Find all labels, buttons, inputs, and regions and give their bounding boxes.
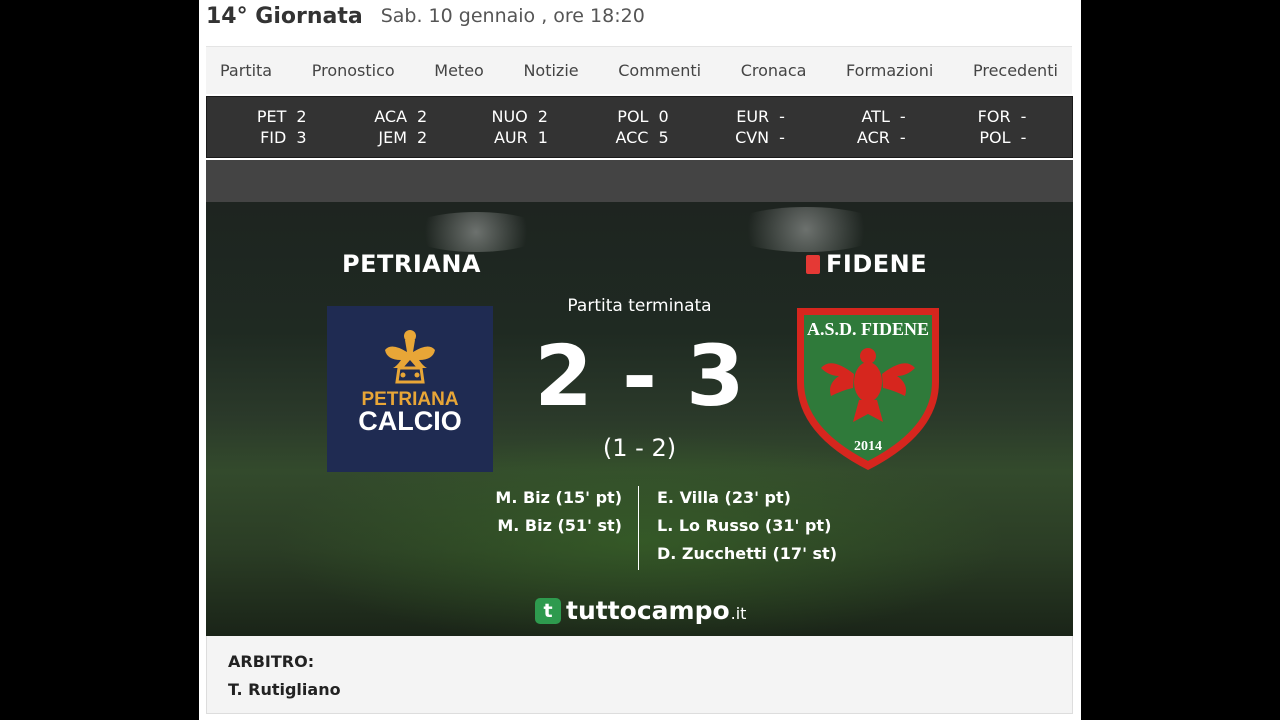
match-tabs: Partita Pronostico Meteo Notizie Comment… — [206, 46, 1072, 94]
home-team-name[interactable]: PETRIANA — [342, 250, 481, 278]
tab-commenti[interactable]: Commenti — [618, 61, 701, 80]
match-date: Sab. 10 gennaio , ore 18:20 — [380, 5, 645, 27]
round-scores-bar: PET 2 FID 3 ACA 2 JEM 2 NUO 2 AUR 1 POL 0 ACC 5 … — [206, 96, 1073, 158]
tab-notizie[interactable]: Notizie — [523, 61, 578, 80]
tab-partita[interactable]: Partita — [220, 61, 272, 80]
mini-away-team: JEM — [378, 127, 408, 147]
round-header: 14° Giornata Sab. 10 gennaio , ore 18:20 — [206, 0, 645, 32]
stadium-light — [406, 212, 546, 252]
mini-match[interactable]: FOR - POL - — [969, 107, 1035, 148]
mini-match[interactable]: ATL - ACR - — [848, 107, 914, 148]
mini-away-team: POL — [979, 127, 1011, 147]
mini-match[interactable]: PET 2 FID 3 — [244, 107, 310, 148]
mini-home-score: 2 — [296, 106, 307, 126]
referee-label: ARBITRO: — [228, 652, 315, 671]
tuttocampo-badge-icon: t — [535, 597, 561, 624]
brand-name: tuttocampo — [566, 596, 730, 625]
mini-away-team: ACC — [615, 127, 649, 147]
mini-home-score: - — [1020, 106, 1027, 126]
mini-home-team: NUO — [491, 106, 528, 126]
final-score: 2 - 3 — [534, 327, 745, 425]
scorer-item: L. Lo Russo (31' pt) — [657, 516, 832, 535]
away-team-name: FIDENE — [826, 250, 928, 278]
mini-away-team: ACR — [856, 127, 890, 147]
away-scorers-list: E. Villa (23' pt) L. Lo Russo (31' pt) D… — [657, 484, 917, 568]
tab-meteo[interactable]: Meteo — [434, 61, 484, 80]
tab-cronaca[interactable]: Cronaca — [741, 61, 807, 80]
mini-home-score: - — [899, 106, 906, 126]
scorer-item: M. Biz (51' st) — [497, 516, 622, 535]
mini-home-team: PET — [256, 106, 287, 126]
mini-away-team: CVN — [735, 127, 770, 147]
mini-away-score: 5 — [658, 127, 669, 147]
stadium-light — [726, 207, 886, 252]
scorer-item: D. Zucchetti (17' st) — [657, 544, 838, 563]
home-scorers-list: M. Biz (15' pt) M. Biz (51' st) — [406, 484, 622, 540]
mini-home-score: 2 — [417, 106, 428, 126]
match-status: Partita terminata — [567, 296, 712, 316]
tab-precedenti[interactable]: Precedenti — [973, 61, 1058, 80]
mini-away-team: AUR — [493, 127, 528, 147]
mini-home-team: ACA — [374, 106, 408, 126]
red-card-icon — [806, 254, 820, 274]
half-time-score: (1 - 2) — [602, 434, 677, 462]
scorer-item: E. Villa (23' pt) — [657, 488, 791, 507]
away-team-heading[interactable]: FIDENE — [806, 250, 927, 278]
brand-tld: .it — [730, 604, 747, 623]
mini-away-score: 3 — [296, 127, 307, 147]
mini-away-team: FID — [260, 127, 287, 147]
referee-name: T. Rutigliano — [228, 680, 341, 699]
scorers-divider — [638, 486, 639, 570]
mini-home-team: POL — [617, 106, 649, 126]
mini-match[interactable]: ACA 2 JEM 2 — [365, 107, 431, 148]
mini-away-score: 1 — [537, 127, 548, 147]
mini-away-score: - — [1020, 127, 1027, 147]
mini-home-score: 0 — [658, 106, 669, 126]
mini-away-score: 2 — [417, 127, 428, 147]
mini-match[interactable]: NUO 2 AUR 1 — [486, 107, 552, 148]
mini-away-score: - — [899, 127, 906, 147]
mini-match[interactable]: POL 0 ACC 5 — [606, 107, 672, 148]
mini-home-team: EUR — [736, 106, 770, 126]
tab-pronostico[interactable]: Pronostico — [312, 61, 395, 80]
mini-match[interactable]: EUR - CVN - — [727, 107, 793, 148]
section-bar — [206, 160, 1073, 202]
mini-home-score: 2 — [537, 106, 548, 126]
match-page: 14° Giornata Sab. 10 gennaio , ore 18:20… — [199, 0, 1081, 720]
round-title: 14° Giornata — [206, 3, 363, 29]
mini-away-score: - — [779, 127, 785, 147]
mini-home-team: FOR — [977, 106, 1011, 126]
tuttocampo-logo[interactable]: t tuttocampo .it — [535, 596, 746, 625]
mini-home-team: ATL — [861, 106, 890, 126]
mini-home-score: - — [779, 106, 785, 126]
match-scoreboard: PETRIANA FIDENE PETRIANA CALCIO A.S.D. F… — [206, 202, 1073, 636]
referee-box: ARBITRO: T. Rutigliano — [206, 636, 1073, 714]
scorer-item: M. Biz (15' pt) — [495, 488, 622, 507]
tab-formazioni[interactable]: Formazioni — [846, 61, 933, 80]
